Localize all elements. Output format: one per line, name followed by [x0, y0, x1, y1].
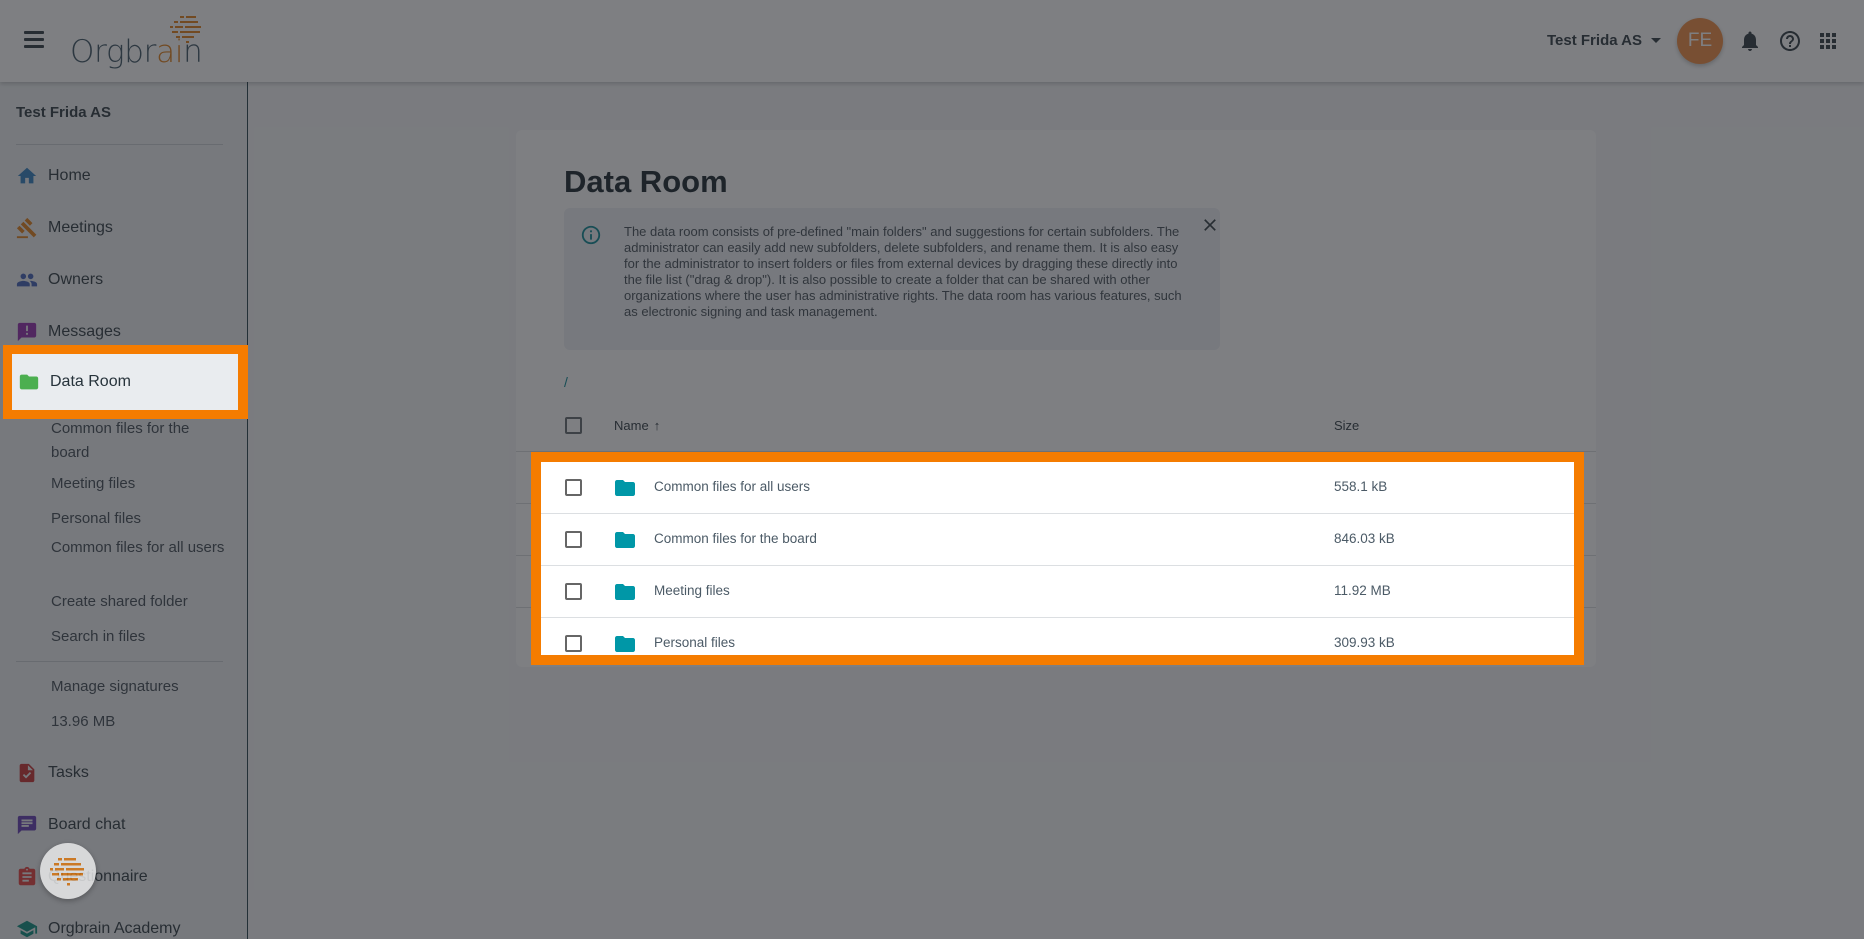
sidebar-subitem-create-shared-folder[interactable]: Create shared folder — [51, 590, 226, 614]
brain-logo-icon — [170, 16, 201, 43]
sidebar-org-name: Test Frida AS — [16, 104, 112, 121]
assistant-fab[interactable] — [40, 843, 96, 899]
folder-icon — [615, 636, 635, 652]
file-size: 846.03 kB — [1334, 531, 1395, 546]
file-name[interactable]: Common files for all users — [654, 479, 810, 494]
sidebar-subitem-meeting-files[interactable]: Meeting files — [51, 472, 226, 496]
sidebar-subitem-search-files[interactable]: Search in files — [51, 625, 226, 649]
sidebar-item-owners[interactable]: Owners — [16, 265, 103, 295]
orgbrain-logo[interactable]: Orgbrain — [70, 12, 210, 72]
file-name[interactable]: Meeting files — [654, 583, 730, 598]
file-size: 11.92 MB — [1334, 583, 1391, 598]
sidebar-item-messages[interactable]: Messages — [16, 317, 121, 347]
chevron-down-icon — [1651, 38, 1662, 43]
brain-logo-icon — [50, 858, 84, 886]
user-avatar[interactable]: FE — [1677, 18, 1723, 64]
sidebar-nav: Test Frida AS Home Meetings Owners Messa… — [0, 82, 248, 939]
folder-icon — [615, 480, 635, 496]
file-name[interactable]: Common files for the board — [654, 531, 817, 546]
sidebar-subitem-personal-files[interactable]: Personal files — [51, 507, 226, 531]
file-list: Common files for all users 558.1 kB Comm… — [541, 462, 1574, 655]
sidebar-item-data-room[interactable]: Data Room — [12, 354, 238, 410]
folder-icon — [615, 532, 635, 548]
sidebar-item-meetings[interactable]: Meetings — [16, 213, 113, 243]
page-title: Data Room — [564, 164, 728, 199]
message-alert-icon — [16, 321, 38, 343]
file-size: 309.93 kB — [1334, 635, 1395, 650]
sidebar-item-academy[interactable]: Orgbrain Academy — [16, 914, 181, 939]
divider — [16, 144, 223, 145]
row-checkbox[interactable] — [565, 531, 582, 548]
table-row[interactable]: Personal files 309.93 kB — [541, 618, 1574, 655]
sidebar-item-tasks[interactable]: Tasks — [16, 758, 89, 788]
menu-icon[interactable] — [24, 31, 46, 49]
folder-icon — [18, 371, 40, 393]
divider — [16, 661, 223, 662]
column-header-size[interactable]: Size — [1334, 418, 1359, 433]
sidebar-subitem-common-files-board[interactable]: Common files for the board — [51, 417, 226, 465]
row-checkbox[interactable] — [565, 635, 582, 652]
row-checkbox[interactable] — [565, 479, 582, 496]
arrow-up-icon: ↑ — [653, 418, 661, 433]
top-app-bar: Orgbrain Test Frida AS FE — [0, 0, 1864, 82]
file-name[interactable]: Personal files — [654, 635, 735, 650]
chat-icon — [16, 814, 38, 836]
help-icon[interactable] — [1778, 29, 1802, 53]
school-icon — [16, 918, 38, 939]
close-icon[interactable] — [1200, 215, 1220, 235]
gavel-icon — [16, 217, 38, 239]
highlight-file-list: Common files for all users 558.1 kB Comm… — [531, 452, 1584, 665]
table-row[interactable]: Common files for the board 846.03 kB — [541, 514, 1574, 566]
column-header-name[interactable]: Name ↑ — [614, 418, 660, 433]
clipboard-icon — [16, 866, 38, 888]
home-icon — [16, 165, 38, 187]
sidebar-subitem-manage-signatures[interactable]: Manage signatures — [51, 675, 226, 699]
organization-selector[interactable]: Test Frida AS — [1547, 32, 1662, 49]
highlight-sidebar-data-room: Data Room — [3, 345, 248, 419]
sidebar-subitem-common-files-all[interactable]: Common files for all users — [51, 536, 226, 560]
row-checkbox[interactable] — [565, 583, 582, 600]
storage-usage: 13.96 MB — [51, 713, 116, 730]
apps-grid-icon[interactable] — [1816, 29, 1840, 53]
file-size: 558.1 kB — [1334, 479, 1388, 494]
sidebar-item-board-chat[interactable]: Board chat — [16, 810, 125, 840]
sidebar-item-home[interactable]: Home — [16, 161, 91, 191]
task-icon — [16, 762, 38, 784]
table-row[interactable]: Meeting files 11.92 MB — [541, 566, 1574, 618]
info-icon — [581, 225, 601, 245]
info-banner: The data room consists of pre-defined "m… — [564, 208, 1220, 350]
select-all-checkbox[interactable] — [565, 417, 582, 434]
people-icon — [16, 269, 38, 291]
info-text: The data room consists of pre-defined "m… — [624, 224, 1182, 319]
notifications-icon[interactable] — [1738, 29, 1762, 53]
breadcrumb-root[interactable]: / — [564, 374, 568, 390]
table-header: Name ↑ Size — [516, 400, 1596, 452]
table-row[interactable]: Common files for all users 558.1 kB — [541, 462, 1574, 514]
folder-icon — [615, 584, 635, 600]
